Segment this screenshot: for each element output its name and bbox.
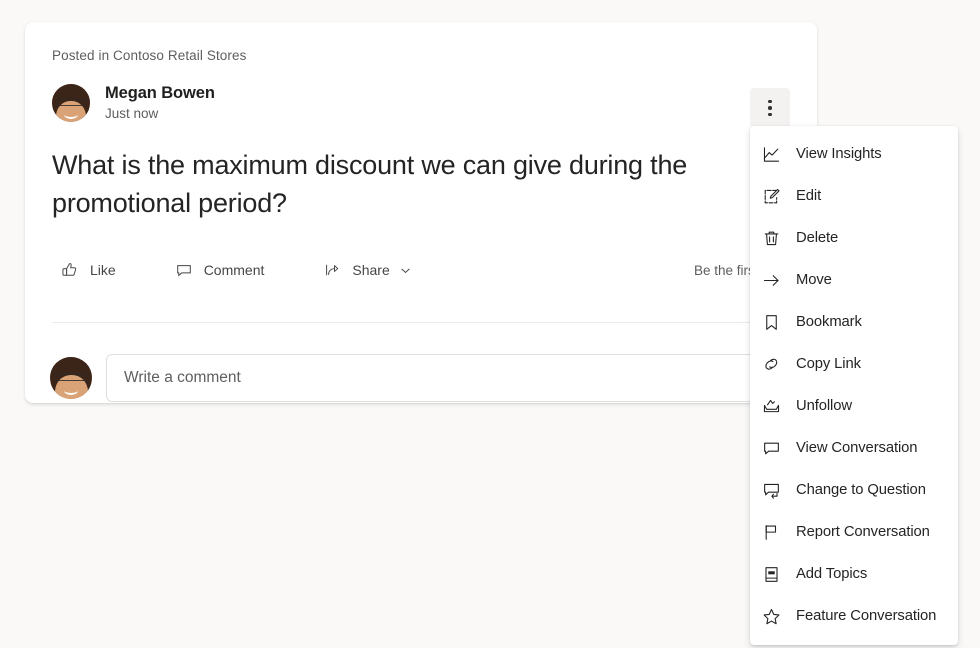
menu-item-report-conversation[interactable]: Report Conversation — [750, 511, 958, 553]
author-meta: Megan Bowen Just now — [105, 83, 215, 123]
menu-item-label: Delete — [796, 230, 839, 246]
post-card: Posted in Contoso Retail Stores Megan Bo… — [25, 22, 817, 403]
menu-item-label: Edit — [796, 188, 822, 204]
comment-bubble-icon — [174, 260, 194, 280]
share-button[interactable]: Share — [314, 254, 419, 286]
insights-chart-icon — [760, 143, 782, 165]
menu-item-label: Add Topics — [796, 566, 868, 582]
change-question-icon — [760, 479, 782, 501]
thumbs-up-icon — [60, 260, 80, 280]
star-icon — [760, 605, 782, 627]
author-name[interactable]: Megan Bowen — [105, 83, 215, 103]
menu-item-label: Move — [796, 272, 832, 288]
edit-pencil-icon — [760, 185, 782, 207]
more-options-button[interactable] — [750, 88, 790, 128]
divider-above-comment — [52, 322, 790, 323]
menu-item-label: Copy Link — [796, 356, 861, 372]
like-button[interactable]: Like — [52, 254, 124, 286]
comment-label: Comment — [203, 262, 265, 278]
menu-item-label: View Insights — [796, 146, 882, 162]
menu-item-delete[interactable]: Delete — [750, 217, 958, 259]
menu-item-move[interactable]: Move — [750, 259, 958, 301]
menu-item-view-insights[interactable]: View Insights — [750, 133, 958, 175]
menu-item-label: Bookmark — [796, 314, 862, 330]
menu-item-edit[interactable]: Edit — [750, 175, 958, 217]
more-dot — [768, 112, 772, 117]
arrow-right-icon — [760, 269, 782, 291]
share-icon — [322, 260, 342, 280]
menu-item-label: Feature Conversation — [796, 608, 937, 624]
bookmark-icon — [760, 311, 782, 333]
current-user-avatar[interactable] — [50, 357, 92, 399]
post-action-bar: Like Comment Share Be the first to lik — [52, 250, 790, 290]
chevron-down-icon[interactable] — [399, 264, 412, 277]
menu-item-add-topics[interactable]: Add Topics — [750, 553, 958, 595]
menu-item-label: Unfollow — [796, 398, 852, 414]
comment-input[interactable]: Write a comment — [106, 354, 810, 402]
menu-item-view-conversation[interactable]: View Conversation — [750, 427, 958, 469]
menu-item-change-to-question[interactable]: Change to Question — [750, 469, 958, 511]
author-row: Megan Bowen Just now — [52, 83, 215, 123]
posted-in-label: Posted in Contoso Retail Stores — [52, 48, 247, 63]
menu-item-label: Report Conversation — [796, 524, 930, 540]
menu-item-label: Change to Question — [796, 482, 926, 498]
menu-item-feature-conversation[interactable]: Feature Conversation — [750, 595, 958, 637]
conversation-icon — [760, 437, 782, 459]
comment-input-placeholder: Write a comment — [124, 369, 241, 386]
flag-icon — [760, 521, 782, 543]
unfollow-inbox-icon — [760, 395, 782, 417]
trash-icon — [760, 227, 782, 249]
menu-item-unfollow[interactable]: Unfollow — [750, 385, 958, 427]
share-label: Share — [352, 262, 390, 278]
link-icon — [760, 353, 782, 375]
menu-item-bookmark[interactable]: Bookmark — [750, 301, 958, 343]
post-timestamp: Just now — [105, 106, 159, 121]
menu-item-copy-link[interactable]: Copy Link — [750, 343, 958, 385]
menu-item-label: View Conversation — [796, 440, 918, 456]
more-dot — [768, 106, 772, 110]
post-context-menu: View Insights Edit Delete Move Bookmark … — [750, 126, 958, 645]
comment-composer-row: Write a comment — [50, 354, 810, 402]
comment-button[interactable]: Comment — [166, 254, 273, 286]
post-body-text: What is the maximum discount we can give… — [52, 150, 688, 218]
topics-book-icon — [760, 563, 782, 585]
like-label: Like — [90, 262, 116, 278]
avatar[interactable] — [52, 84, 90, 122]
more-dot — [768, 99, 772, 104]
